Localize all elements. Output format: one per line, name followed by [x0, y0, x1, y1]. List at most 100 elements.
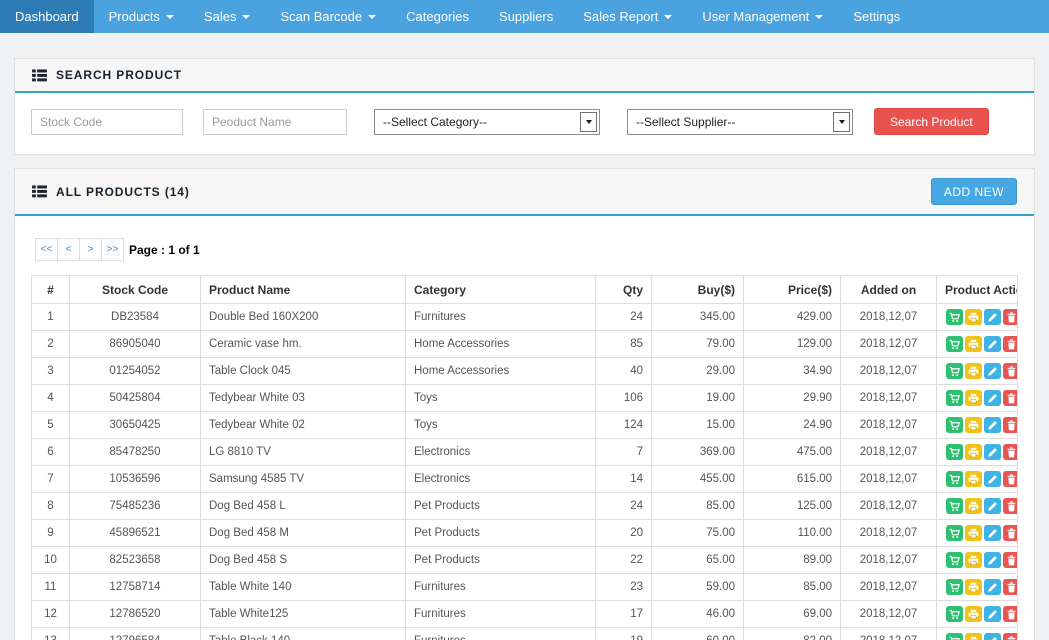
edit-button[interactable]: [984, 417, 1001, 433]
chevron-down-icon: [839, 120, 845, 124]
print-button[interactable]: [965, 552, 982, 568]
table-row: 1212786520Table White125Furnitures1746.0…: [32, 601, 1018, 628]
added-on-cell: 2018,12,07: [841, 493, 937, 520]
chevron-down-icon: [664, 15, 672, 19]
stock-code-input[interactable]: [31, 109, 183, 135]
print-icon: [968, 339, 979, 350]
delete-button[interactable]: [1003, 525, 1018, 541]
nav-item-settings[interactable]: Settings: [838, 0, 915, 33]
delete-button[interactable]: [1003, 336, 1018, 352]
print-button[interactable]: [965, 498, 982, 514]
nav-item-sales-report[interactable]: Sales Report: [568, 0, 687, 33]
delete-button[interactable]: [1003, 579, 1018, 595]
cart-button[interactable]: [946, 579, 963, 595]
pagination: << < > >> Page : 1 of 1: [35, 238, 1018, 261]
delete-button[interactable]: [1003, 444, 1018, 460]
edit-icon: [987, 528, 998, 539]
cart-button[interactable]: [946, 336, 963, 352]
cart-button[interactable]: [946, 498, 963, 514]
category-select[interactable]: --Sellect Category--: [374, 109, 600, 135]
pagination-next-button[interactable]: >: [79, 238, 102, 261]
nav-item-categories[interactable]: Categories: [391, 0, 484, 33]
print-button[interactable]: [965, 471, 982, 487]
print-button[interactable]: [965, 579, 982, 595]
nav-item-dashboard[interactable]: Dashboard: [0, 0, 94, 33]
print-button[interactable]: [965, 417, 982, 433]
cart-button[interactable]: [946, 606, 963, 622]
cart-button[interactable]: [946, 309, 963, 325]
category-select-dropdown-button[interactable]: [580, 112, 597, 132]
delete-button[interactable]: [1003, 471, 1018, 487]
buy-price-cell: 65.00: [652, 547, 744, 574]
edit-button[interactable]: [984, 498, 1001, 514]
cart-button[interactable]: [946, 552, 963, 568]
nav-item-scan-barcode[interactable]: Scan Barcode: [265, 0, 391, 33]
supplier-select[interactable]: --Sellect Supplier--: [627, 109, 853, 135]
chevron-down-icon: [166, 15, 174, 19]
edit-button[interactable]: [984, 606, 1001, 622]
added-on-cell: 2018,12,07: [841, 466, 937, 493]
buy-price-cell: 60.00: [652, 628, 744, 640]
cart-button[interactable]: [946, 363, 963, 379]
print-icon: [968, 528, 979, 539]
cart-button[interactable]: [946, 444, 963, 460]
nav-item-user-management[interactable]: User Management: [687, 0, 838, 33]
delete-button[interactable]: [1003, 363, 1018, 379]
search-product-button[interactable]: Search Product: [874, 108, 989, 135]
edit-button[interactable]: [984, 579, 1001, 595]
edit-button[interactable]: [984, 633, 1001, 640]
nav-item-products[interactable]: Products: [94, 0, 189, 33]
row-number: 13: [32, 628, 70, 640]
category-cell: Toys: [406, 412, 596, 439]
product-name-cell: Double Bed 160X200: [201, 304, 406, 331]
print-button[interactable]: [965, 336, 982, 352]
edit-button[interactable]: [984, 552, 1001, 568]
edit-button[interactable]: [984, 471, 1001, 487]
print-button[interactable]: [965, 525, 982, 541]
list-icon: [32, 69, 47, 82]
stock-code-cell: DB23584: [70, 304, 201, 331]
products-table: #Stock CodeProduct NameCategoryQtyBuy($)…: [31, 275, 1018, 640]
edit-button[interactable]: [984, 309, 1001, 325]
delete-button[interactable]: [1003, 606, 1018, 622]
print-button[interactable]: [965, 363, 982, 379]
chevron-down-icon: [368, 15, 376, 19]
category-select-value: --Sellect Category--: [375, 115, 580, 129]
cart-button[interactable]: [946, 390, 963, 406]
cart-button[interactable]: [946, 471, 963, 487]
edit-button[interactable]: [984, 525, 1001, 541]
delete-button[interactable]: [1003, 309, 1018, 325]
edit-button[interactable]: [984, 444, 1001, 460]
print-button[interactable]: [965, 309, 982, 325]
row-number: 8: [32, 493, 70, 520]
pagination-last-button[interactable]: >>: [101, 238, 124, 261]
add-new-button[interactable]: ADD NEW: [931, 178, 1017, 205]
row-number: 11: [32, 574, 70, 601]
edit-button[interactable]: [984, 363, 1001, 379]
edit-button[interactable]: [984, 390, 1001, 406]
delete-button[interactable]: [1003, 390, 1018, 406]
supplier-select-dropdown-button[interactable]: [833, 112, 850, 132]
delete-button[interactable]: [1003, 633, 1018, 640]
nav-item-sales[interactable]: Sales: [189, 0, 266, 33]
print-button[interactable]: [965, 444, 982, 460]
print-button[interactable]: [965, 390, 982, 406]
pagination-prev-button[interactable]: <: [57, 238, 80, 261]
delete-button[interactable]: [1003, 552, 1018, 568]
column-header: #: [32, 276, 70, 304]
print-button[interactable]: [965, 606, 982, 622]
edit-button[interactable]: [984, 336, 1001, 352]
added-on-cell: 2018,12,07: [841, 358, 937, 385]
cart-button[interactable]: [946, 633, 963, 640]
edit-icon: [987, 420, 998, 431]
cart-button[interactable]: [946, 417, 963, 433]
delete-button[interactable]: [1003, 498, 1018, 514]
nav-item-suppliers[interactable]: Suppliers: [484, 0, 568, 33]
column-header: Product Actions: [937, 276, 1018, 304]
product-name-input[interactable]: [203, 109, 347, 135]
stock-code-cell: 30650425: [70, 412, 201, 439]
pagination-first-button[interactable]: <<: [35, 238, 58, 261]
cart-button[interactable]: [946, 525, 963, 541]
delete-button[interactable]: [1003, 417, 1018, 433]
print-button[interactable]: [965, 633, 982, 640]
